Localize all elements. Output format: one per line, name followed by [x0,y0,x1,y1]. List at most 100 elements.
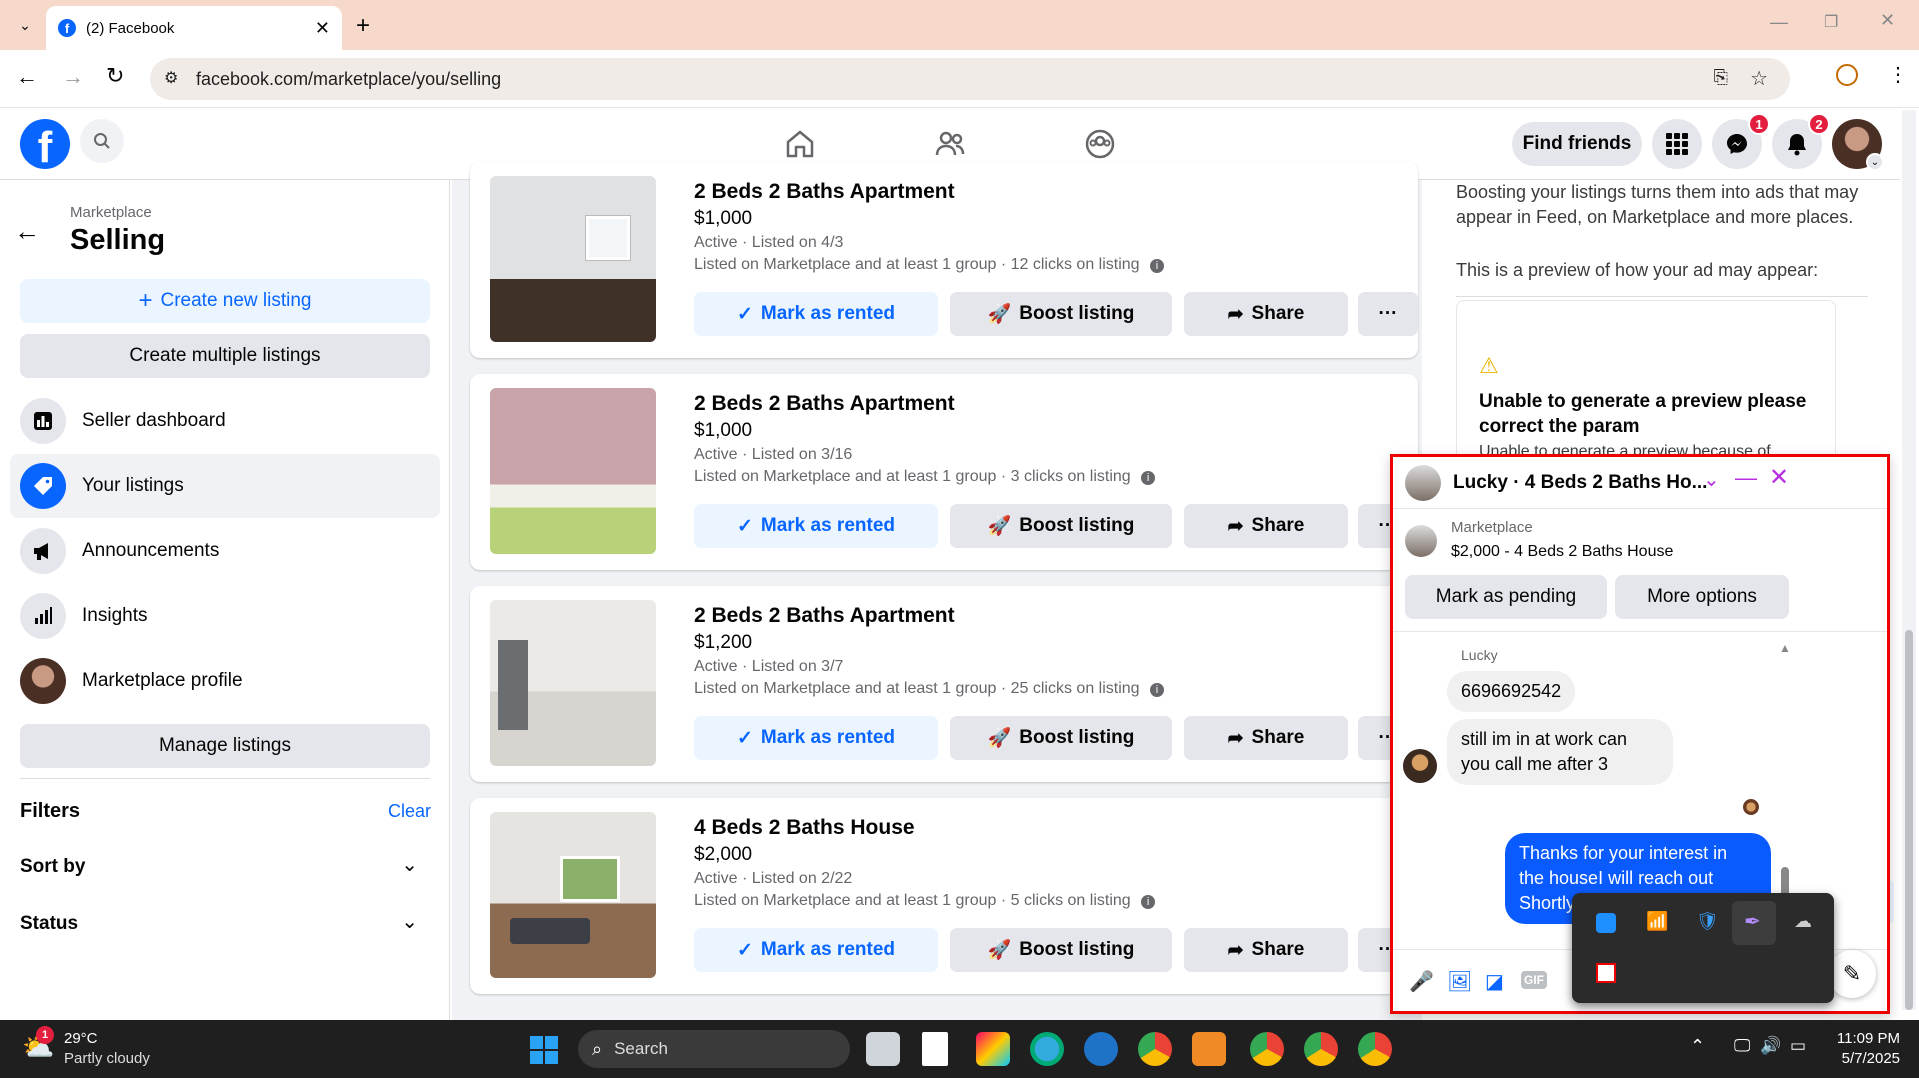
network-icon[interactable]: 🖵 [1734,1036,1750,1056]
back-arrow-icon[interactable]: ← [14,216,40,247]
tray-network-icon[interactable]: 📶 [1646,911,1668,932]
info-icon[interactable]: i [1150,259,1165,273]
sidebar-item-announcements[interactable]: Announcements [10,519,440,583]
minimize-chat-icon[interactable]: — [1735,465,1757,491]
page-scrollbar[interactable] [1902,110,1916,1010]
close-chat-icon[interactable]: ✕ [1769,463,1789,492]
more-options-chat-button[interactable]: More options [1615,575,1789,619]
volume-icon[interactable]: 🔊 [1760,1036,1781,1056]
app-icon[interactable] [1192,1032,1226,1066]
install-app-icon[interactable]: ⎘ [1714,67,1728,88]
mark-as-pending-button[interactable]: Mark as pending [1405,575,1607,619]
forward-icon[interactable]: → [62,64,84,90]
sidebar-item-your-listings[interactable]: Your listings [10,454,440,518]
notifications-bell-icon[interactable]: 2 [1772,113,1830,169]
clear-filters-link[interactable]: Clear [388,801,431,822]
home-icon[interactable] [784,128,816,165]
share-button[interactable]: ➦ Share [1184,292,1348,336]
edge-icon[interactable] [1030,1032,1064,1066]
account-avatar[interactable]: ⌄ [1832,119,1884,171]
create-multiple-listings-button[interactable]: Create multiple listings [20,334,430,378]
reload-icon[interactable]: ↻ [106,63,124,89]
menu-grid-icon[interactable] [1652,119,1702,169]
listing-title[interactable]: 2 Beds 2 Baths Apartment [694,604,955,628]
mark-as-rented-button[interactable]: ✓ Mark as rented [694,504,938,548]
info-icon[interactable]: i [1141,471,1156,485]
photo-icon[interactable]: 🖼 [1447,969,1472,994]
taskbar-search-box[interactable]: ⌕ Search [578,1030,850,1068]
info-icon[interactable]: i [1141,895,1156,909]
restore-icon[interactable]: ❐ [1824,12,1838,32]
gif-icon[interactable]: GIF [1521,971,1547,989]
site-info-icon[interactable]: ⚙ [164,68,178,88]
clock-time[interactable]: 11:09 PM [1830,1030,1900,1047]
mark-as-rented-button[interactable]: ✓ Mark as rented [694,292,938,336]
chat-chevron-down-icon[interactable]: ⌄ [1703,467,1720,492]
chrome-icon[interactable] [1138,1032,1172,1066]
tray-chevron-up-icon[interactable]: ⌃ [1690,1036,1705,1057]
sort-by-dropdown[interactable]: Sort by ⌄ [20,850,430,884]
new-tab-icon[interactable]: + [356,12,370,40]
facebook-logo-icon[interactable]: f [20,119,70,172]
close-window-icon[interactable]: ✕ [1880,10,1895,31]
tab-list-chevron-icon[interactable]: ⌄ [10,10,40,40]
chrome-icon[interactable] [1358,1032,1392,1066]
boost-listing-button[interactable]: 🚀 Boost listing [950,716,1172,760]
battery-icon[interactable]: ▭ [1790,1036,1806,1056]
sidebar-item-seller-dashboard[interactable]: Seller dashboard [10,389,440,453]
browser-tab[interactable]: f (2) Facebook ✕ [46,6,342,50]
sticker-icon[interactable]: ◪ [1485,969,1504,994]
sidebar-item-insights[interactable]: Insights [10,584,440,648]
listing-title[interactable]: 4 Beds 2 Baths House [694,816,915,840]
chat-header[interactable]: Lucky · 4 Beds 2 Baths Ho... ⌄ — ✕ [1393,457,1887,509]
shield-app-icon[interactable] [1084,1032,1118,1066]
copilot-icon[interactable] [976,1032,1010,1066]
close-tab-icon[interactable]: ✕ [315,18,330,39]
tray-pdf-icon[interactable] [1596,963,1616,983]
back-icon[interactable]: ← [16,64,38,90]
task-view-icon[interactable] [866,1032,900,1066]
listing-title[interactable]: 2 Beds 2 Baths Apartment [694,392,955,416]
sidebar-item-marketplace-profile[interactable]: Marketplace profile [10,649,440,713]
marketplace-context[interactable]: Marketplace $2,000 - 4 Beds 2 Baths Hous… [1405,519,1875,571]
find-friends-button[interactable]: Find friends [1512,122,1642,166]
new-message-icon[interactable]: ✎ [1828,950,1876,998]
microphone-icon[interactable]: 🎤 [1409,969,1434,994]
chrome-icon[interactable] [1250,1032,1284,1066]
listing-photo[interactable] [490,600,656,766]
mark-as-rented-button[interactable]: ✓ Mark as rented [694,716,938,760]
file-app-icon[interactable] [922,1032,948,1066]
browser-menu-icon[interactable]: ⋮ [1888,62,1908,87]
tray-pen-icon[interactable]: ✒ [1732,901,1776,945]
profile-icon[interactable] [1836,64,1858,86]
tray-cloud-icon[interactable]: ☁ [1794,911,1812,932]
bookmark-star-icon[interactable]: ☆ [1750,66,1768,91]
chat-scroll-up-icon[interactable]: ▲ [1779,641,1791,655]
url-field[interactable]: ⚙ facebook.com/marketplace/you/selling ⎘… [150,58,1790,100]
tray-app-icon-1[interactable] [1596,913,1616,933]
groups-icon[interactable] [1084,128,1116,165]
info-icon[interactable]: i [1150,683,1165,697]
friends-icon[interactable] [934,128,966,165]
listing-photo[interactable] [490,176,656,342]
tray-defender-icon[interactable]: 🛡 [1696,911,1719,932]
share-button[interactable]: ➦ Share [1184,928,1348,972]
search-icon[interactable] [80,119,124,163]
share-button[interactable]: ➦ Share [1184,504,1348,548]
status-dropdown[interactable]: Status ⌄ [20,907,430,941]
share-button[interactable]: ➦ Share [1184,716,1348,760]
scrollbar-thumb[interactable] [1905,630,1913,1010]
boost-listing-button[interactable]: 🚀 Boost listing [950,928,1172,972]
more-options-button[interactable]: ··· [1358,292,1418,336]
listing-photo[interactable] [490,812,656,978]
messenger-icon[interactable]: 1 [1712,113,1770,169]
boost-listing-button[interactable]: 🚀 Boost listing [950,292,1172,336]
windows-start-icon[interactable] [530,1036,558,1064]
listing-title[interactable]: 2 Beds 2 Baths Apartment [694,180,955,204]
clock-date[interactable]: 5/7/2025 [1830,1050,1900,1067]
listing-photo[interactable] [490,388,656,554]
boost-listing-button[interactable]: 🚀 Boost listing [950,504,1172,548]
minimize-icon[interactable]: — [1770,12,1788,33]
chrome-icon[interactable] [1304,1032,1338,1066]
mark-as-rented-button[interactable]: ✓ Mark as rented [694,928,938,972]
